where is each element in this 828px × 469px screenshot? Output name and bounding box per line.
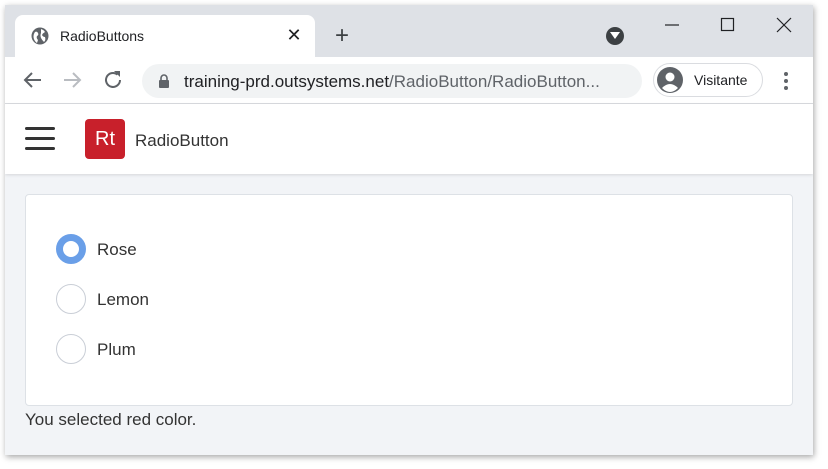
- tab-strip: RadioButtons ✕ +: [5, 5, 813, 57]
- menu-icon[interactable]: [25, 127, 55, 151]
- radio-plum[interactable]: [56, 334, 86, 364]
- tab-radiobuttons[interactable]: RadioButtons ✕: [15, 15, 315, 57]
- app-header: Rt RadioButton: [5, 104, 813, 174]
- tab-search-icon[interactable]: [606, 27, 624, 45]
- new-tab-button[interactable]: +: [329, 23, 355, 49]
- app-logo: Rt: [85, 119, 125, 159]
- radio-label-lemon[interactable]: Lemon: [97, 290, 149, 310]
- window-close-icon[interactable]: [773, 15, 795, 35]
- forward-arrow-icon[interactable]: [59, 67, 85, 93]
- tab-close-icon[interactable]: ✕: [283, 24, 305, 46]
- browser-window: RadioButtons ✕ + training-prd.outsystems…: [5, 5, 813, 455]
- selection-message: You selected red color.: [25, 410, 197, 429]
- minimize-icon[interactable]: [661, 15, 683, 35]
- radio-label-plum[interactable]: Plum: [97, 340, 136, 360]
- lock-icon[interactable]: [158, 74, 170, 88]
- radio-label-rose[interactable]: Rose: [97, 240, 137, 260]
- back-arrow-icon[interactable]: [20, 67, 46, 93]
- globe-icon: [31, 27, 49, 45]
- radio-rose[interactable]: [56, 234, 86, 264]
- url-path: /RadioButton/RadioButton...: [389, 72, 600, 91]
- maximize-icon[interactable]: [716, 15, 738, 35]
- radio-group-card: Rose Lemon Plum: [25, 194, 793, 406]
- url-domain: training-prd.outsystems.net: [184, 72, 390, 91]
- app-title: RadioButton: [135, 131, 229, 150]
- tab-title: RadioButtons: [60, 28, 145, 44]
- address-bar[interactable]: training-prd.outsystems.net/RadioButton/…: [142, 64, 642, 98]
- profile-name: Visitante: [694, 72, 748, 88]
- more-options-icon[interactable]: [779, 70, 793, 92]
- profile-button[interactable]: Visitante: [653, 63, 763, 97]
- reload-icon[interactable]: [100, 67, 126, 93]
- url-text[interactable]: training-prd.outsystems.net/RadioButton/…: [184, 72, 600, 92]
- avatar-icon: [657, 67, 683, 93]
- radio-lemon[interactable]: [56, 284, 86, 314]
- browser-toolbar: training-prd.outsystems.net/RadioButton/…: [5, 57, 813, 104]
